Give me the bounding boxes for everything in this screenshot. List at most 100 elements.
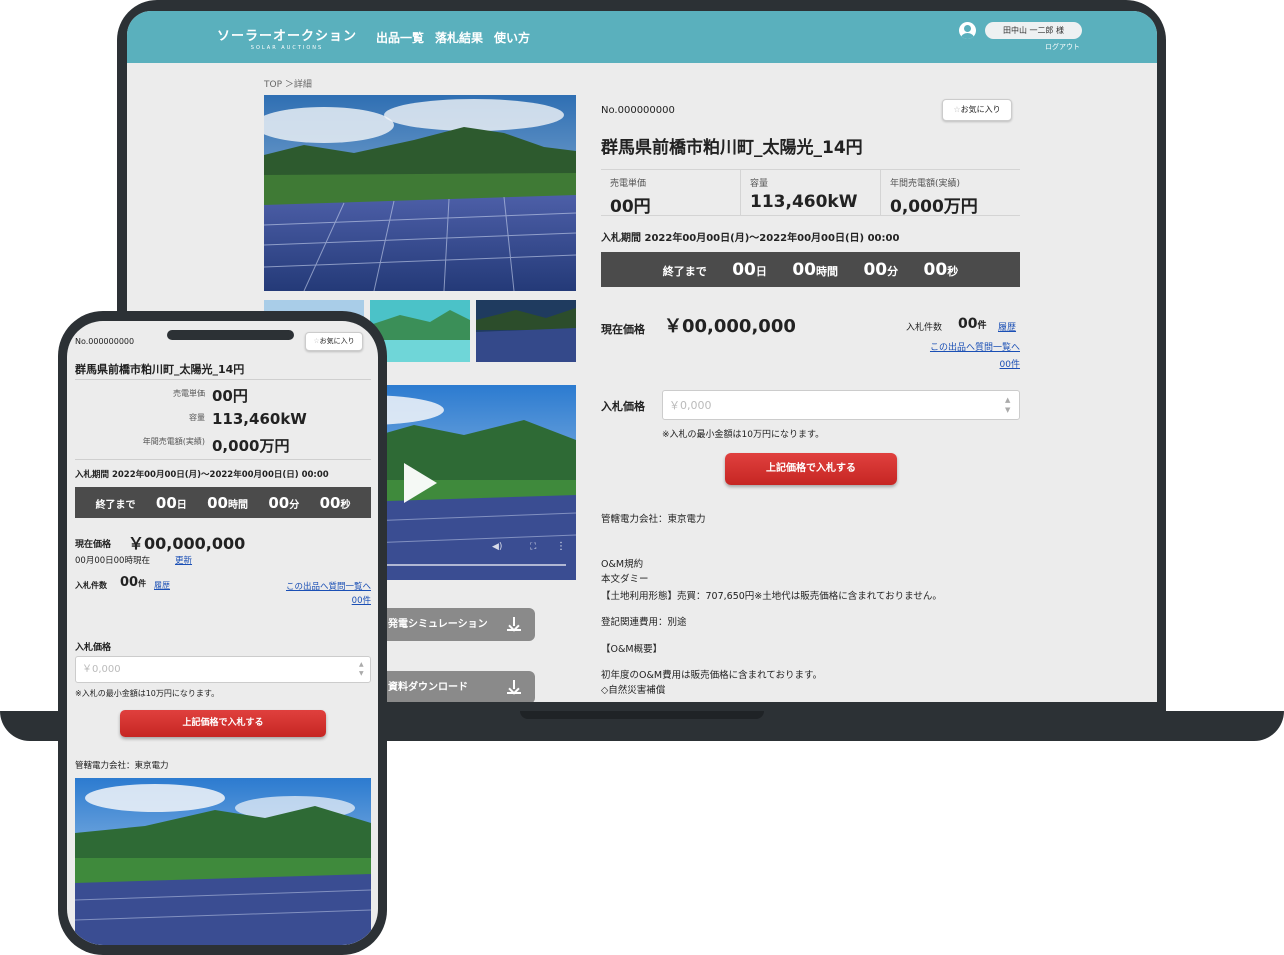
countdown-timer: 終了まで 00日 00時間 00分 00秒	[75, 487, 371, 518]
timer-minutes: 00	[863, 260, 888, 280]
more-options-icon: ⋮	[556, 541, 566, 552]
thumbnail-3[interactable]	[476, 300, 576, 362]
bid-count: 00件	[120, 575, 146, 590]
download-icon	[507, 680, 521, 694]
qa-list-link[interactable]: この出品へ質問一覧へ	[286, 580, 371, 592]
current-price: ￥00,000,000	[664, 316, 796, 337]
timer-minutes-unit: 分	[887, 265, 899, 278]
spec-label: 年間売電額(実績)	[142, 437, 205, 446]
spec-label: 容量	[189, 413, 205, 422]
spec-value: 00円	[212, 387, 248, 405]
qa-count-link[interactable]: 00件	[352, 594, 371, 606]
spec-table: 売電単価 00円 容量 113,460kW 年間売電額(実績) 0,000万円	[601, 169, 1020, 217]
description-om-terms: O&M規約	[601, 559, 644, 570]
timer-hours-unit: 時間	[816, 265, 838, 278]
bid-price-label: 入札価格	[601, 400, 645, 413]
timer-seconds-unit: 秒	[947, 265, 959, 278]
logo-title: ソーラーオークション	[217, 29, 358, 44]
refresh-link[interactable]: 更新	[175, 554, 192, 566]
spec-annual-revenue: 年間売電額(実績) 0,000万円	[880, 170, 1020, 217]
main-product-photo	[264, 95, 576, 291]
nav-item-howto[interactable]: 使い方	[494, 29, 530, 46]
history-link[interactable]: 履歴	[998, 320, 1016, 333]
favorite-label: お気に入り	[960, 105, 1001, 114]
site-logo[interactable]: ソーラーオークション SOLAR AUCTIONS	[217, 25, 357, 51]
spec-unit-price: 売電単価 00円	[601, 170, 740, 217]
bid-price-input[interactable]	[662, 390, 1020, 420]
favorite-button[interactable]: ☆お気に入り	[305, 332, 363, 351]
divider	[75, 379, 371, 380]
timer-days-unit: 日	[755, 265, 767, 278]
description-registration: 登記関連費用：別途	[601, 617, 687, 628]
document-download-label: 資料ダウンロード	[388, 682, 468, 693]
bid-submit-button[interactable]: 上記価格で入札する	[120, 710, 326, 737]
timer-seconds: 00	[319, 494, 341, 512]
spec-label: 容量	[750, 179, 769, 189]
timer-seconds-unit: 秒	[340, 500, 351, 511]
description-om-cost: 初年度のO&M費用は販売価格に含まれております。	[601, 670, 823, 681]
spec-label: 売電単価	[610, 179, 647, 189]
bid-count-value: 00	[958, 316, 978, 332]
bid-count-unit: 件	[977, 321, 987, 331]
item-title: 群馬県前橋市粕川町_太陽光_14円	[601, 138, 863, 158]
site-header: ソーラーオークション SOLAR AUCTIONS 出品一覧 落札結果 使い方 …	[127, 11, 1157, 63]
bid-note: ※入札の最小金額は10万円になります。	[75, 689, 220, 698]
simulation-download-label: 発電シミュレーション	[388, 619, 488, 630]
bid-price-label: 入札価格	[75, 643, 112, 653]
timer-hours: 00	[207, 494, 228, 512]
timer-seconds: 00	[923, 260, 948, 280]
breadcrumb[interactable]: TOP ＞詳細	[264, 77, 312, 90]
timer-hours-unit: 時間	[228, 500, 248, 511]
laptop-base-notch	[520, 711, 764, 719]
bid-count-label: 入札件数	[75, 581, 107, 590]
favorite-button[interactable]: ☆お気に入り	[942, 99, 1012, 121]
phone-notch	[167, 330, 294, 340]
spec-value: 113,460kW	[750, 192, 858, 212]
timer-minutes: 00	[268, 494, 290, 512]
qa-count-link[interactable]: 00件	[1000, 357, 1020, 370]
description-disaster: ◇自然災害補償	[601, 685, 666, 696]
timer-days: 00	[732, 260, 756, 280]
phone-screen: No.000000000 ☆お気に入り 群馬県前橋市粕川町_太陽光_14円 売電…	[67, 321, 378, 945]
spec-capacity: 容量 113,460kW	[740, 170, 880, 215]
user-avatar-icon[interactable]	[959, 22, 976, 39]
timer-hours: 00	[792, 260, 816, 280]
timer-prefix: 終了まで	[95, 500, 136, 511]
star-icon: ☆	[953, 105, 961, 114]
spec-label: 年間売電額(実績)	[890, 179, 961, 189]
countdown-timer: 終了まで 00日 00時間 00分 00秒	[601, 252, 1020, 287]
spec-value: 0,000万円	[212, 437, 290, 455]
bid-count: 00件	[958, 316, 987, 332]
logout-link[interactable]: ログアウト	[1045, 42, 1080, 52]
user-name-badge[interactable]: 田中山 一二郎 様	[985, 22, 1082, 39]
current-price: ￥00,000,000	[128, 534, 246, 553]
bid-price-input[interactable]	[75, 656, 371, 683]
description-power-company: 管轄電力会社：東京電力	[601, 514, 706, 525]
fullscreen-icon: ⛶	[529, 541, 537, 552]
description-body: 本文ダミー	[601, 574, 649, 585]
bid-submit-button[interactable]: 上記価格で入札する	[725, 453, 897, 485]
current-price-label: 現在価格	[75, 540, 112, 550]
logo-subtitle: SOLAR AUCTIONS	[250, 45, 324, 51]
timer-days: 00	[155, 494, 177, 512]
nav-item-results[interactable]: 落札結果	[435, 29, 483, 46]
bid-stepper-icon[interactable]: ▲ ▼	[359, 660, 364, 678]
qa-list-link[interactable]: この出品へ質問一覧へ	[930, 340, 1020, 353]
volume-icon: ◀)	[492, 542, 502, 552]
history-link[interactable]: 履歴	[154, 580, 170, 591]
current-price-label: 現在価格	[601, 323, 645, 336]
nav-item-listings[interactable]: 出品一覧	[376, 29, 424, 46]
bid-count-unit: 件	[138, 579, 147, 588]
price-as-of: 00月00日00時現在	[75, 556, 150, 566]
timer-prefix: 終了まで	[662, 265, 707, 278]
download-icon	[507, 617, 521, 631]
spec-value: 113,460kW	[212, 410, 307, 428]
divider	[75, 459, 371, 460]
description-land-use: 【土地利用形態】売買：707,650円※土地代は販売価格に含まれておりません。	[601, 591, 942, 602]
spec-value: 0,000万円	[890, 197, 978, 217]
bid-count-label: 入札件数	[906, 323, 943, 333]
item-number: No.000000000	[601, 105, 675, 116]
bid-stepper-icon[interactable]: ▲ ▼	[1005, 395, 1010, 415]
spec-value: 00円	[610, 197, 651, 217]
spec-label: 売電単価	[173, 389, 205, 398]
